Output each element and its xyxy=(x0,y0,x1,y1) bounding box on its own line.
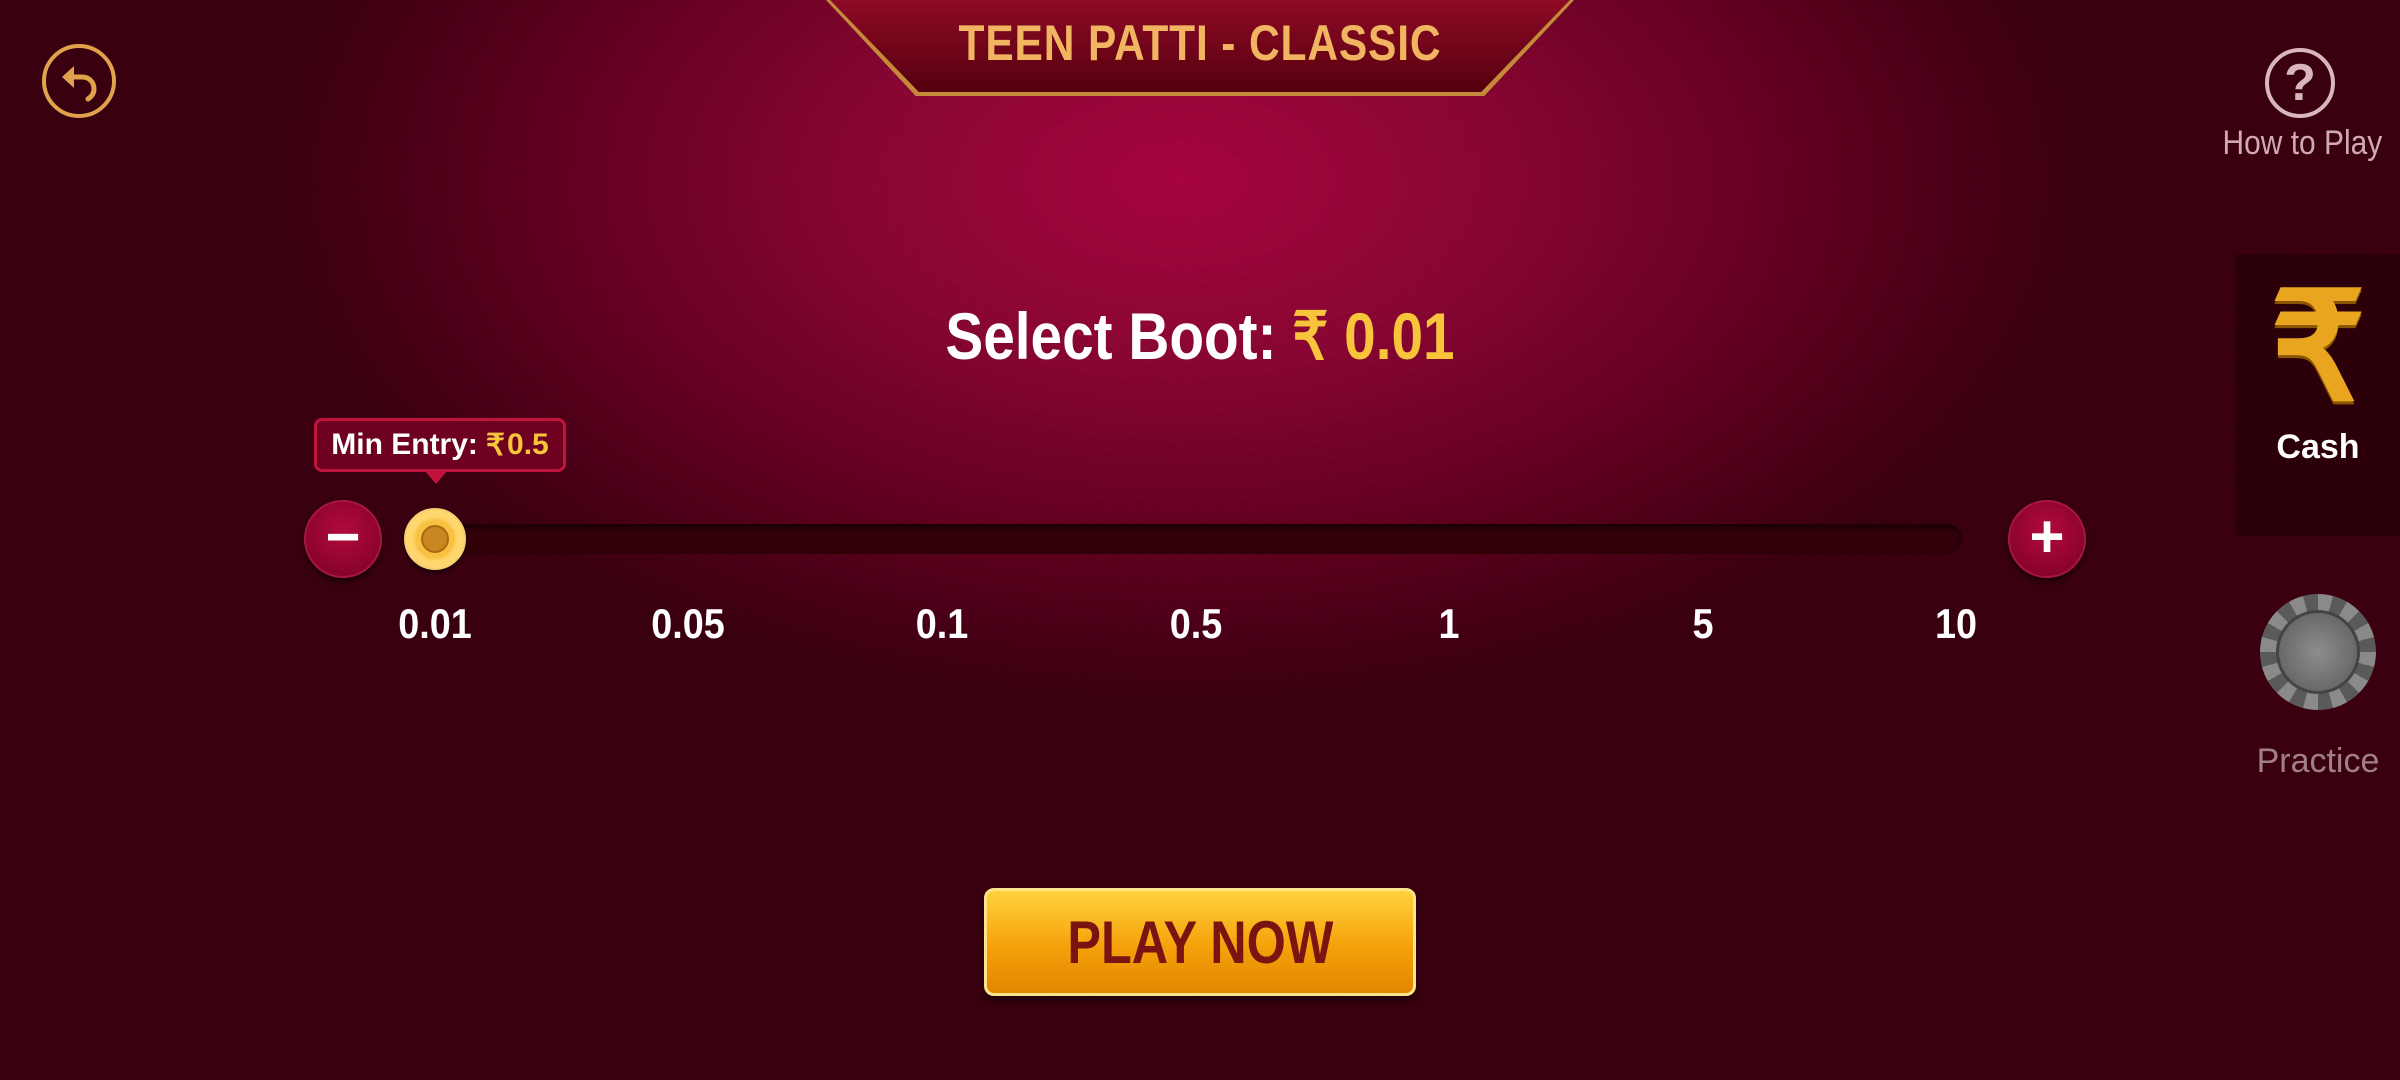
select-boot-heading: Select Boot: ₹ 0.01 xyxy=(770,298,1630,375)
boot-currency: ₹ xyxy=(1292,299,1329,373)
back-arrow-icon xyxy=(62,66,97,102)
slider-tick-label: 5 xyxy=(1692,600,1714,647)
boot-slider-thumb[interactable] xyxy=(404,508,466,570)
min-entry-value: 0.5 xyxy=(507,428,549,461)
rupee-icon: ₹ xyxy=(2270,263,2366,431)
tooltip-arrow xyxy=(424,470,448,484)
play-now-button[interactable]: PLAY NOW xyxy=(984,888,1416,996)
back-button[interactable] xyxy=(42,44,116,118)
increase-boot-button[interactable]: + xyxy=(2008,500,2086,578)
decrease-boot-button[interactable]: − xyxy=(304,500,382,578)
plus-icon: + xyxy=(2029,503,2065,570)
play-now-label: PLAY NOW xyxy=(1066,908,1334,976)
boot-value: 0.01 xyxy=(1344,299,1455,373)
minus-icon: − xyxy=(325,503,361,570)
question-circle-icon: ? xyxy=(2265,48,2335,118)
slider-tick-label: 1 xyxy=(1438,600,1460,647)
min-entry-currency: ₹ xyxy=(485,428,506,462)
cash-tab[interactable]: ₹ Cash xyxy=(2236,254,2400,536)
practice-tab[interactable]: Practice xyxy=(2236,544,2400,826)
min-entry-tooltip: Min Entry: ₹ 0.5 xyxy=(314,418,566,472)
slider-tick-label: 0.05 xyxy=(651,600,725,647)
chip-icon xyxy=(2260,594,2376,710)
slider-tick-label: 0.01 xyxy=(398,600,472,647)
min-entry-label: Min Entry: xyxy=(331,428,478,461)
select-boot-label: Select Boot: xyxy=(945,299,1277,373)
slider-tick-label: 0.1 xyxy=(915,600,969,647)
boot-slider-track[interactable] xyxy=(432,524,1962,554)
how-to-play-label: How to Play xyxy=(2222,124,2383,162)
cash-label: Cash xyxy=(2276,428,2360,466)
slider-tick-label: 0.5 xyxy=(1169,600,1223,647)
slider-tick-label: 10 xyxy=(1934,600,1978,647)
practice-label: Practice xyxy=(2256,742,2380,780)
page-title: TEEN PATTI - CLASSIC xyxy=(958,15,1442,71)
how-to-play-button[interactable]: ? How to Play xyxy=(2212,48,2388,168)
